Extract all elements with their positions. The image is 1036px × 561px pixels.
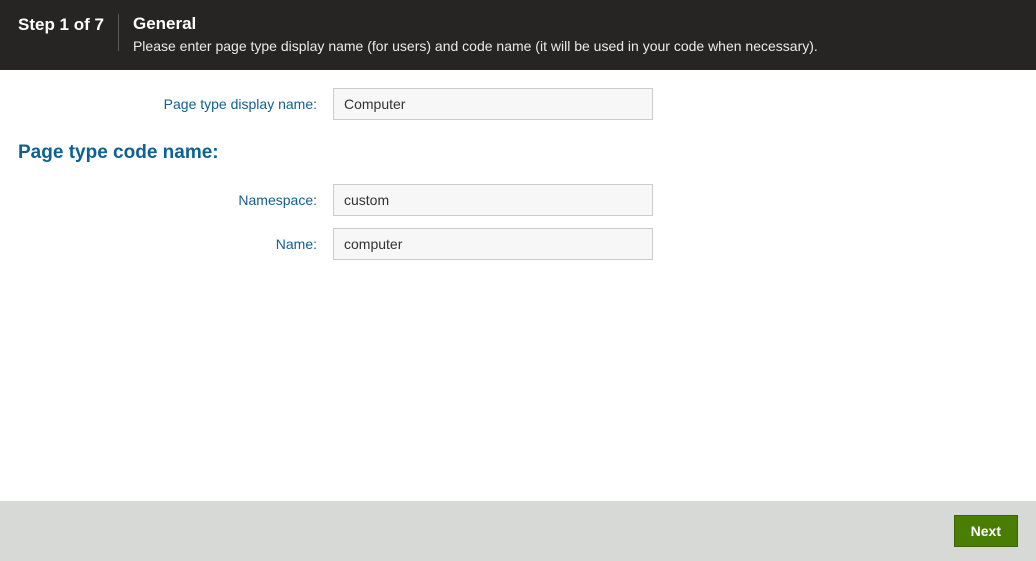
display-name-label: Page type display name: bbox=[18, 96, 333, 112]
header-description: Please enter page type display name (for… bbox=[133, 38, 1018, 54]
next-button[interactable]: Next bbox=[954, 515, 1018, 547]
name-row: Name: bbox=[18, 228, 1018, 260]
wizard-content: Page type display name: Page type code n… bbox=[0, 70, 1036, 501]
namespace-label: Namespace: bbox=[18, 192, 333, 208]
namespace-row: Namespace: bbox=[18, 184, 1018, 216]
namespace-input[interactable] bbox=[333, 184, 653, 216]
wizard-footer: Next bbox=[0, 501, 1036, 561]
display-name-input[interactable] bbox=[333, 88, 653, 120]
name-input[interactable] bbox=[333, 228, 653, 260]
name-label: Name: bbox=[18, 236, 333, 252]
code-name-section-heading: Page type code name: bbox=[18, 142, 1018, 164]
header-main: General Please enter page type display n… bbox=[119, 14, 1018, 54]
wizard-header: Step 1 of 7 General Please enter page ty… bbox=[0, 0, 1036, 70]
display-name-row: Page type display name: bbox=[18, 88, 1018, 120]
step-indicator: Step 1 of 7 bbox=[18, 14, 119, 51]
header-title: General bbox=[133, 14, 1018, 34]
